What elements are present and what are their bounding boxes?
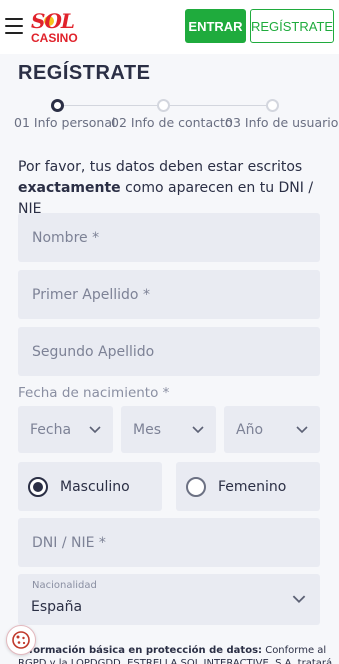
header: SOL CASINO ENTRAR REGÍSTRATE: [0, 0, 339, 54]
cookie-settings-button[interactable]: [6, 625, 36, 655]
name-placeholder: Nombre *: [32, 229, 100, 246]
birth-day-select[interactable]: Fecha: [18, 406, 113, 453]
privacy-notice: Información básica en protección de dato…: [18, 644, 338, 664]
sol-casino-logo[interactable]: SOL CASINO: [31, 9, 83, 45]
gender-female-option[interactable]: Femenino: [176, 462, 320, 511]
intro-bold: exactamente: [18, 180, 121, 196]
step-3-label: 03 Info de usuario: [225, 115, 339, 130]
name-input[interactable]: Nombre *: [18, 213, 320, 262]
birthdate-label: Fecha de nacimiento *: [18, 385, 170, 401]
privacy-bold: Información básica en protección de dato…: [18, 645, 263, 656]
login-button[interactable]: ENTRAR: [185, 9, 246, 43]
step-3-indicator: [266, 99, 279, 112]
hamburger-icon[interactable]: [5, 18, 23, 34]
birth-year-select[interactable]: Año: [224, 406, 320, 453]
birth-year-placeholder: Año: [236, 421, 264, 438]
intro-line-1: Por favor, tus datos deben estar escrito…: [18, 159, 303, 175]
step-2-label: 02 Info de contacto: [111, 115, 233, 130]
gender-male-option[interactable]: Masculino: [18, 462, 162, 511]
intro-text: Por favor, tus datos deben estar escrito…: [18, 157, 328, 220]
chevron-down-icon: [292, 595, 306, 604]
gender-female-label: Femenino: [218, 478, 287, 495]
first-surname-placeholder: Primer Apellido *: [32, 286, 150, 303]
birth-month-placeholder: Mes: [133, 421, 161, 438]
birth-day-placeholder: Fecha: [30, 421, 72, 438]
registration-page: REGÍSTRATE 01 Info personal 02 Info de c…: [0, 54, 339, 664]
radio-checked-icon[interactable]: [28, 476, 48, 497]
radio-unchecked-icon[interactable]: [186, 476, 206, 497]
birth-month-select[interactable]: Mes: [121, 406, 216, 453]
step-connector: [64, 105, 158, 106]
step-1-indicator: [51, 99, 64, 112]
logo-top-text: SOL: [31, 9, 75, 33]
chevron-down-icon: [192, 425, 204, 433]
step-connector: [169, 105, 267, 106]
cookie-icon: [12, 631, 30, 649]
stepper: 01 Info personal 02 Info de contacto 03 …: [0, 97, 339, 137]
dni-placeholder: DNI / NIE *: [32, 534, 106, 551]
page-title: REGÍSTRATE: [18, 62, 151, 84]
nationality-select[interactable]: Nacionalidad España: [18, 574, 320, 625]
nationality-label: Nacionalidad: [32, 580, 97, 591]
register-button[interactable]: REGÍSTRATE: [250, 9, 334, 43]
gender-male-label: Masculino: [60, 478, 130, 495]
second-surname-placeholder: Segundo Apellido: [32, 343, 155, 360]
step-2-indicator: [157, 99, 170, 112]
chevron-down-icon: [296, 425, 308, 433]
second-surname-input[interactable]: Segundo Apellido: [18, 327, 320, 376]
dni-input[interactable]: DNI / NIE *: [18, 518, 320, 567]
chevron-down-icon: [89, 425, 101, 433]
nationality-value: España: [31, 599, 83, 615]
first-surname-input[interactable]: Primer Apellido *: [18, 270, 320, 319]
step-1-label: 01 Info personal: [14, 115, 116, 130]
logo-bottom-text: CASINO: [31, 31, 78, 45]
